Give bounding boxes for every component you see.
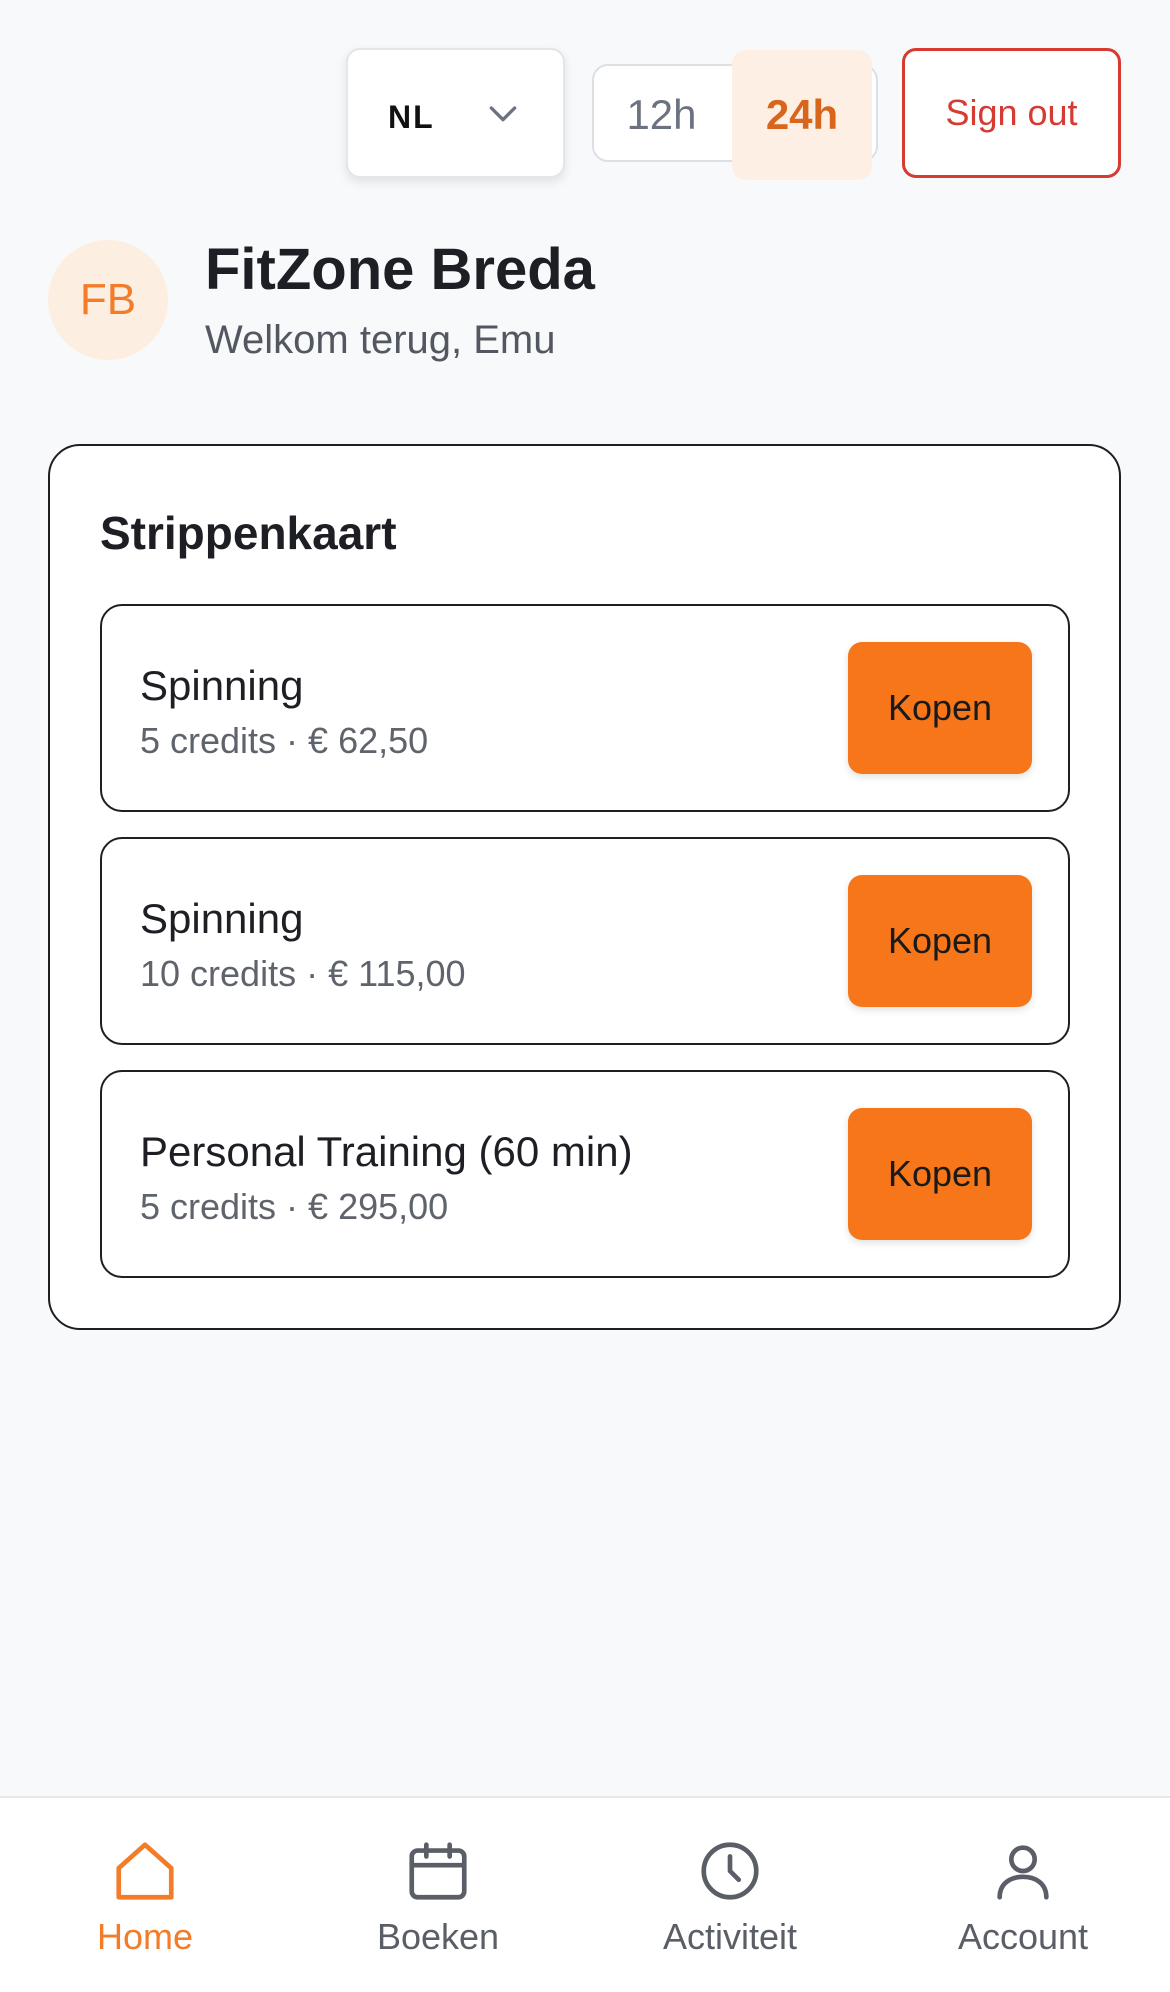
bottom-nav: Home Boeken Activiteit Account — [0, 1796, 1170, 1992]
pack-name: Spinning — [140, 895, 304, 942]
nav-label: Activiteit — [662, 1916, 798, 1957]
pack-meta: 5 credits · € 295,00 — [140, 1186, 449, 1227]
app-page: NL 12h 24h Sign out FB FitZone Breda Wel… — [0, 0, 1170, 1992]
avatar: FB — [48, 240, 168, 360]
pack-item: Spinning 10 credits · € 115,00 Kopen — [100, 837, 1070, 1045]
language-value: NL — [388, 98, 435, 135]
pack-name: Personal Training (60 min) — [140, 1128, 633, 1175]
user-icon — [997, 1845, 1049, 1900]
pack-meta: 10 credits · € 115,00 — [140, 953, 466, 994]
pack-item: Personal Training (60 min) 5 credits · €… — [100, 1070, 1070, 1278]
nav-item-account[interactable]: Account — [878, 1836, 1168, 1958]
nav-label: Home — [96, 1916, 194, 1957]
studio-name: FitZone Breda — [205, 237, 595, 302]
time-format-toggle: 12h 24h — [592, 50, 878, 180]
clock-icon — [701, 1842, 759, 1900]
sign-out-button[interactable]: Sign out — [902, 48, 1121, 178]
nav-item-boeken[interactable]: Boeken — [293, 1836, 583, 1958]
nav-label: Boeken — [376, 1916, 500, 1957]
buy-button[interactable]: Kopen — [848, 1108, 1032, 1240]
home-icon — [116, 1842, 174, 1900]
time-format-12h[interactable]: 12h — [594, 50, 729, 180]
language-select[interactable]: NL — [346, 48, 565, 178]
buy-button[interactable]: Kopen — [848, 875, 1032, 1007]
nav-label: Account — [957, 1916, 1089, 1957]
pack-meta: 5 credits · € 62,50 — [140, 720, 429, 761]
welcome-text: Welkom terug, Emu — [205, 318, 556, 362]
pack-name: Spinning — [140, 662, 304, 709]
chevron-down-icon — [489, 106, 517, 122]
nav-item-home[interactable]: Home — [0, 1836, 290, 1958]
time-format-24h[interactable]: 24h — [732, 50, 872, 180]
nav-item-activiteit[interactable]: Activiteit — [585, 1836, 875, 1958]
calendar-icon — [409, 1842, 467, 1900]
pack-item: Spinning 5 credits · € 62,50 Kopen — [100, 604, 1070, 812]
section-title: Strippenkaart — [100, 507, 397, 559]
punch-card-section: Strippenkaart Spinning 5 credits · € 62,… — [48, 444, 1121, 1330]
buy-button[interactable]: Kopen — [848, 642, 1032, 774]
